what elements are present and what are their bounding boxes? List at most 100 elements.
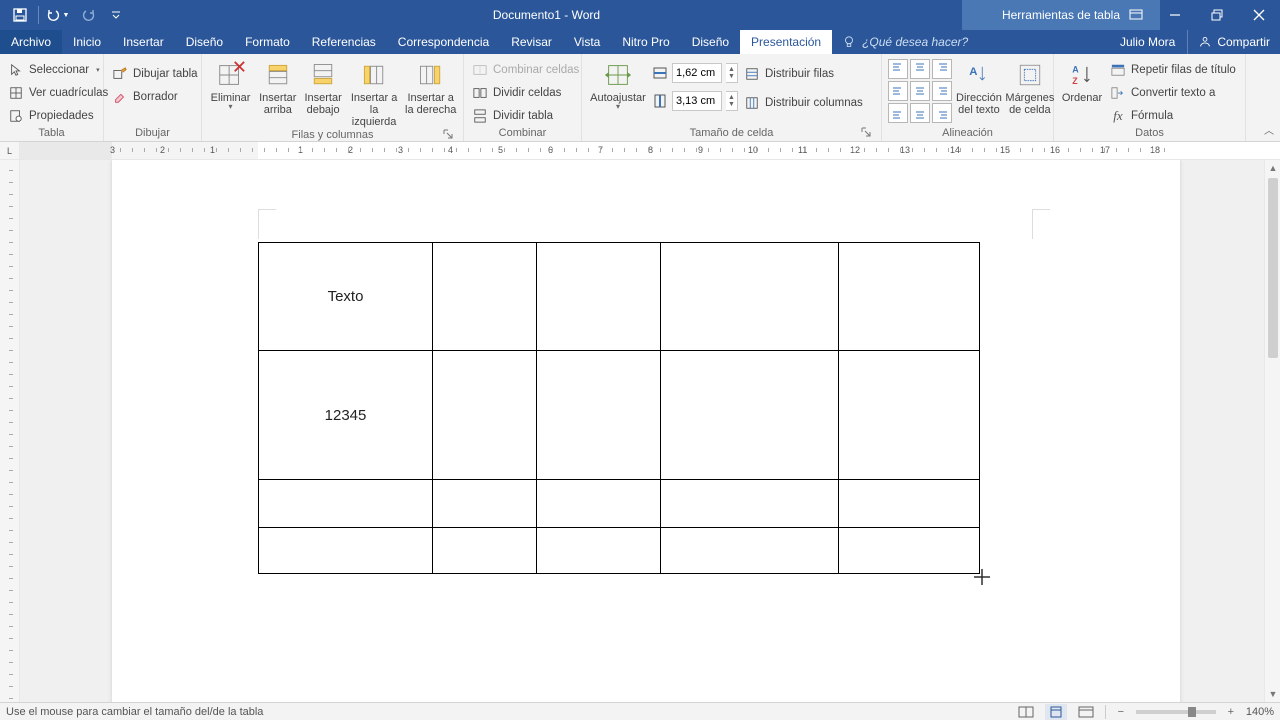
table-cell[interactable] [661, 480, 839, 528]
table-cell[interactable] [433, 351, 537, 480]
align-bot-right[interactable] [932, 103, 952, 123]
align-mid-center[interactable] [910, 81, 930, 101]
insertar-arriba-button[interactable]: Insertar arriba [257, 57, 298, 116]
ribbon-display-button[interactable] [1118, 0, 1154, 30]
table-cell[interactable] [259, 528, 433, 574]
align-mid-left[interactable] [888, 81, 908, 101]
tell-me-search[interactable]: ¿Qué desea hacer? [832, 30, 978, 54]
tab-vista[interactable]: Vista [563, 30, 611, 54]
table-cell[interactable] [661, 351, 839, 480]
dividir-celdas-button[interactable]: Dividir celdas [470, 82, 581, 103]
autoajustar-button[interactable]: Autoajustar▾ [588, 57, 648, 109]
eliminar-button[interactable]: Eliminar ▾ [208, 57, 253, 109]
filas-columnas-dialog-launcher[interactable] [443, 129, 455, 141]
borrador-button[interactable]: Borrador [110, 86, 200, 107]
tamano-dialog-launcher[interactable] [861, 127, 873, 139]
share-button[interactable]: Compartir [1187, 30, 1280, 54]
table-cell[interactable] [433, 243, 537, 351]
table-cell[interactable] [433, 480, 537, 528]
print-layout-button[interactable] [1045, 704, 1067, 720]
tab-inicio[interactable]: Inicio [62, 30, 112, 54]
margenes-celda-button[interactable]: Márgenes de celda [1006, 57, 1054, 116]
resize-handle-icon[interactable] [973, 568, 991, 586]
table-cell[interactable] [259, 480, 433, 528]
table-cell[interactable] [537, 351, 661, 480]
qat-customize-button[interactable] [107, 1, 125, 29]
tab-correspondencia[interactable]: Correspondencia [387, 30, 500, 54]
table-row[interactable]: 12345 [259, 351, 980, 480]
align-bot-center[interactable] [910, 103, 930, 123]
vertical-ruler[interactable] [0, 160, 20, 702]
tab-revisar[interactable]: Revisar [500, 30, 563, 54]
scroll-up-button[interactable]: ▲ [1265, 160, 1280, 176]
read-mode-button[interactable] [1015, 704, 1037, 720]
ordenar-button[interactable]: AZ Ordenar [1060, 57, 1104, 104]
tab-nitro-pro[interactable]: Nitro Pro [611, 30, 680, 54]
distribuir-filas-button[interactable]: Distribuir filas [742, 63, 865, 84]
zoom-slider-thumb[interactable] [1188, 707, 1196, 717]
direccion-texto-button[interactable]: A Dirección del texto [956, 57, 1002, 116]
table-cell[interactable] [839, 480, 980, 528]
table-cell[interactable] [433, 528, 537, 574]
convertir-texto-button[interactable]: Convertir texto a [1108, 82, 1238, 103]
seleccionar-button[interactable]: Seleccionar▾ [6, 59, 110, 80]
undo-button[interactable]: ▼ [43, 1, 71, 29]
table-cell[interactable] [839, 243, 980, 351]
page-viewport[interactable]: Texto 12345 [20, 160, 1264, 702]
table-cell[interactable] [839, 528, 980, 574]
tab-insertar[interactable]: Insertar [112, 30, 175, 54]
table-cell[interactable] [661, 528, 839, 574]
table-row[interactable]: Texto [259, 243, 980, 351]
row-height-spinner[interactable]: ▲▼ [726, 63, 738, 83]
align-bot-left[interactable] [888, 103, 908, 123]
align-top-center[interactable] [910, 59, 930, 79]
table-cell[interactable] [661, 243, 839, 351]
horizontal-ruler[interactable]: 321123456789101112131415161718 [20, 142, 1280, 159]
table-cell[interactable] [839, 351, 980, 480]
table-cell[interactable] [537, 528, 661, 574]
restore-button[interactable] [1196, 0, 1238, 30]
web-layout-button[interactable] [1075, 704, 1097, 720]
align-mid-right[interactable] [932, 81, 952, 101]
row-height-field[interactable] [672, 63, 722, 83]
tab-diseno[interactable]: Diseño [175, 30, 234, 54]
insertar-derecha-button[interactable]: Insertar a la derecha [404, 57, 457, 116]
table-row[interactable] [259, 480, 980, 528]
repetir-filas-button[interactable]: Repetir filas de título [1108, 59, 1238, 80]
distribuir-columnas-button[interactable]: Distribuir columnas [742, 92, 865, 113]
tab-archivo[interactable]: Archivo [0, 30, 62, 54]
insertar-izquierda-button[interactable]: Insertar a la izquierda [348, 57, 401, 128]
tab-referencias[interactable]: Referencias [301, 30, 387, 54]
minimize-button[interactable] [1154, 0, 1196, 30]
zoom-in-button[interactable]: + [1224, 706, 1238, 718]
formula-button[interactable]: fxFórmula [1108, 105, 1238, 126]
table-cell[interactable] [537, 480, 661, 528]
zoom-out-button[interactable]: − [1114, 706, 1128, 718]
zoom-level[interactable]: 140% [1246, 706, 1274, 718]
table-cell[interactable] [537, 243, 661, 351]
insertar-debajo-button[interactable]: Insertar debajo [302, 57, 343, 116]
document-table[interactable]: Texto 12345 [258, 242, 980, 574]
tab-formato[interactable]: Formato [234, 30, 301, 54]
table-cell[interactable]: Texto [259, 243, 433, 351]
tab-presentacion[interactable]: Presentación [740, 30, 832, 54]
collapse-ribbon-button[interactable]: ︿ [1264, 122, 1274, 137]
row-height-input[interactable]: ▲▼ [652, 63, 738, 83]
zoom-slider[interactable] [1136, 710, 1216, 714]
propiedades-button[interactable]: Propiedades [6, 105, 110, 126]
tab-table-diseno[interactable]: Diseño [681, 30, 740, 54]
col-width-input[interactable]: ▲▼ [652, 91, 738, 111]
align-top-left[interactable] [888, 59, 908, 79]
tab-selector[interactable]: L [0, 142, 20, 159]
redo-button[interactable] [75, 1, 103, 29]
table-cell[interactable]: 12345 [259, 351, 433, 480]
dividir-tabla-button[interactable]: Dividir tabla [470, 105, 581, 126]
scroll-down-button[interactable]: ▼ [1265, 686, 1280, 702]
close-button[interactable] [1238, 0, 1280, 30]
dibujar-tabla-button[interactable]: Dibujar tabla [110, 63, 200, 84]
vertical-scrollbar[interactable]: ▲ ▼ [1264, 160, 1280, 702]
combinar-celdas-button[interactable]: Combinar celdas [470, 59, 581, 80]
user-name[interactable]: Julio Mora [1108, 30, 1187, 54]
scroll-thumb[interactable] [1268, 178, 1278, 358]
save-button[interactable] [6, 1, 34, 29]
